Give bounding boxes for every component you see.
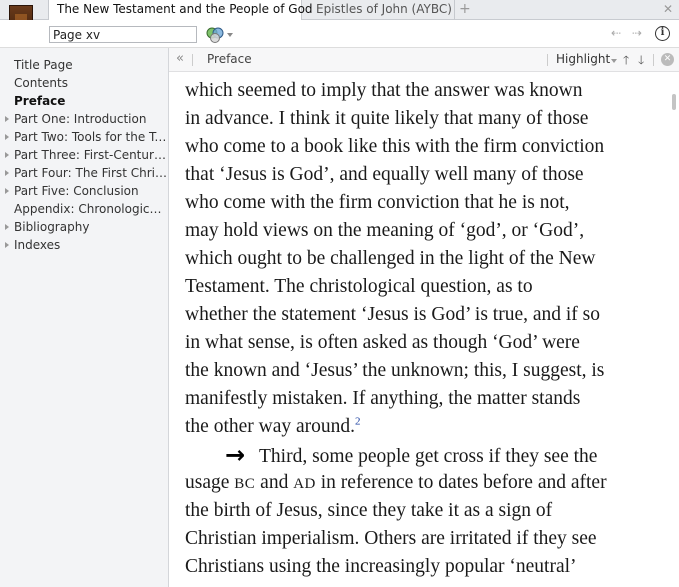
forward-arrow-icon[interactable]: ⇢ xyxy=(632,26,642,40)
collapse-sidebar-icon[interactable]: « xyxy=(176,51,184,66)
toc-label: Indexes xyxy=(14,238,61,252)
expand-arrow-icon[interactable] xyxy=(5,170,9,176)
text-line: whether the statement ‘Jesus is God’ is … xyxy=(185,304,601,325)
text-fragment: Third, some people get cross if they see… xyxy=(259,446,598,467)
expand-arrow-icon[interactable] xyxy=(5,152,9,158)
divider xyxy=(547,54,548,66)
chevron-down-icon[interactable] xyxy=(227,33,233,37)
toc-label: Preface xyxy=(14,94,66,108)
reading-pane[interactable]: which seemed to imply that the answer wa… xyxy=(169,72,679,587)
toc-item-bibliography[interactable]: Bibliography xyxy=(0,218,168,236)
expand-arrow-icon[interactable] xyxy=(5,188,9,194)
expand-arrow-icon[interactable] xyxy=(5,224,9,230)
toc-item-part-five[interactable]: Part Five: Conclusion xyxy=(0,182,168,200)
toc-label: Part Five: Conclusion xyxy=(14,184,139,198)
next-highlight-icon[interactable]: 🡓 xyxy=(638,51,644,72)
text-line: in advance. I think it quite likely that… xyxy=(185,108,589,129)
scrollbar-thumb[interactable] xyxy=(672,94,676,110)
highlight-button[interactable]: Highlight xyxy=(556,52,610,66)
venn-diagram-icon[interactable] xyxy=(206,27,224,43)
tab-new-testament[interactable]: The New Testament and the People of God xyxy=(48,0,313,21)
toc-label: Appendix: Chronological… xyxy=(14,202,168,216)
text-line: manifestly mistaken. If anything, the ma… xyxy=(185,388,581,409)
toc-item-part-two[interactable]: Part Two: Tools for the Task xyxy=(0,128,168,146)
text-line: who come with the firm conviction that h… xyxy=(185,192,570,213)
text-line: → Third, some people get cross if they se… xyxy=(185,441,665,469)
text-line: the birth of Jesus, since they take it a… xyxy=(185,500,553,521)
toc-item-preface[interactable]: Preface xyxy=(0,92,168,110)
toc-label: Part Three: First-Century… xyxy=(14,148,168,162)
text-line: Testament. The christological question, … xyxy=(185,276,533,297)
toolbar: ⇠ ⇢ i xyxy=(0,20,679,48)
text-fragment: and xyxy=(255,472,294,493)
toc-label: Part Two: Tools for the Task xyxy=(14,130,168,144)
small-caps-text: AD xyxy=(293,476,316,492)
text-fragment: in reference to dates before and after xyxy=(315,472,607,493)
toc-label: Part Four: The First Chris… xyxy=(14,166,168,180)
text-line: who come to a book like this with the fi… xyxy=(185,136,605,157)
section-title: Preface xyxy=(207,52,252,66)
text-line: may hold views on the meaning of ‘god’, … xyxy=(185,220,585,241)
small-caps-text: BC xyxy=(234,476,256,492)
chevron-down-icon[interactable] xyxy=(611,59,617,63)
text-line: in what sense, is often asked as though … xyxy=(185,332,580,353)
toc-item-part-four[interactable]: Part Four: The First Chris… xyxy=(0,164,168,182)
text-line: Christians using the increasingly popula… xyxy=(185,556,577,577)
page-input[interactable] xyxy=(49,26,197,43)
expand-arrow-icon[interactable] xyxy=(5,242,9,248)
text-line: which seemed to imply that the answer wa… xyxy=(185,80,583,101)
text-fragment: the other way around. xyxy=(185,416,356,437)
tab-epistles-of-john[interactable]: Epistles of John (AYBC) xyxy=(308,0,455,20)
right-arrow-icon: → xyxy=(225,441,246,469)
toc-label: Part One: Introduction xyxy=(14,112,147,126)
close-icon[interactable]: ✕ xyxy=(663,2,673,16)
text-line: that ‘Jesus is God’, and equally well ma… xyxy=(185,164,584,185)
text-line: usage BC and AD in reference to dates be… xyxy=(185,469,665,497)
toc-item-appendix[interactable]: Appendix: Chronological… xyxy=(0,200,168,218)
toc-label: Title Page xyxy=(14,58,73,72)
divider xyxy=(192,54,193,66)
toc-label: Bibliography xyxy=(14,220,90,234)
content-header: « Preface Highlight 🡑 🡓 ✕ xyxy=(169,48,679,72)
table-of-contents: Title Page Contents Preface Part One: In… xyxy=(0,48,169,587)
book-text: which seemed to imply that the answer wa… xyxy=(185,72,665,581)
toc-label: Contents xyxy=(14,76,68,90)
back-arrow-icon[interactable]: ⇠ xyxy=(611,26,621,40)
close-panel-icon[interactable]: ✕ xyxy=(661,53,674,66)
tab-bar: The New Testament and the People of God … xyxy=(0,0,679,21)
expand-arrow-icon[interactable] xyxy=(5,116,9,122)
divider xyxy=(653,54,654,66)
text-line: the other way around.2 xyxy=(185,413,665,441)
toc-item-title-page[interactable]: Title Page xyxy=(0,56,168,74)
expand-arrow-icon[interactable] xyxy=(5,134,9,140)
text-line: Christian imperialism. Others are irrita… xyxy=(185,528,597,549)
toc-item-contents[interactable]: Contents xyxy=(0,74,168,92)
toc-item-part-three[interactable]: Part Three: First-Century… xyxy=(0,146,168,164)
add-tab-icon[interactable]: + xyxy=(459,0,471,20)
text-line: which ought to be challenged in the ligh… xyxy=(185,248,596,269)
text-fragment: usage xyxy=(185,472,235,493)
text-line: the known and ‘Jesus’ the unknown; this,… xyxy=(185,360,605,381)
toc-item-indexes[interactable]: Indexes xyxy=(0,236,168,254)
footnote-link[interactable]: 2 xyxy=(355,416,361,428)
info-icon[interactable]: i xyxy=(655,26,670,41)
toc-item-part-one[interactable]: Part One: Introduction xyxy=(0,110,168,128)
previous-highlight-icon[interactable]: 🡑 xyxy=(623,51,629,72)
